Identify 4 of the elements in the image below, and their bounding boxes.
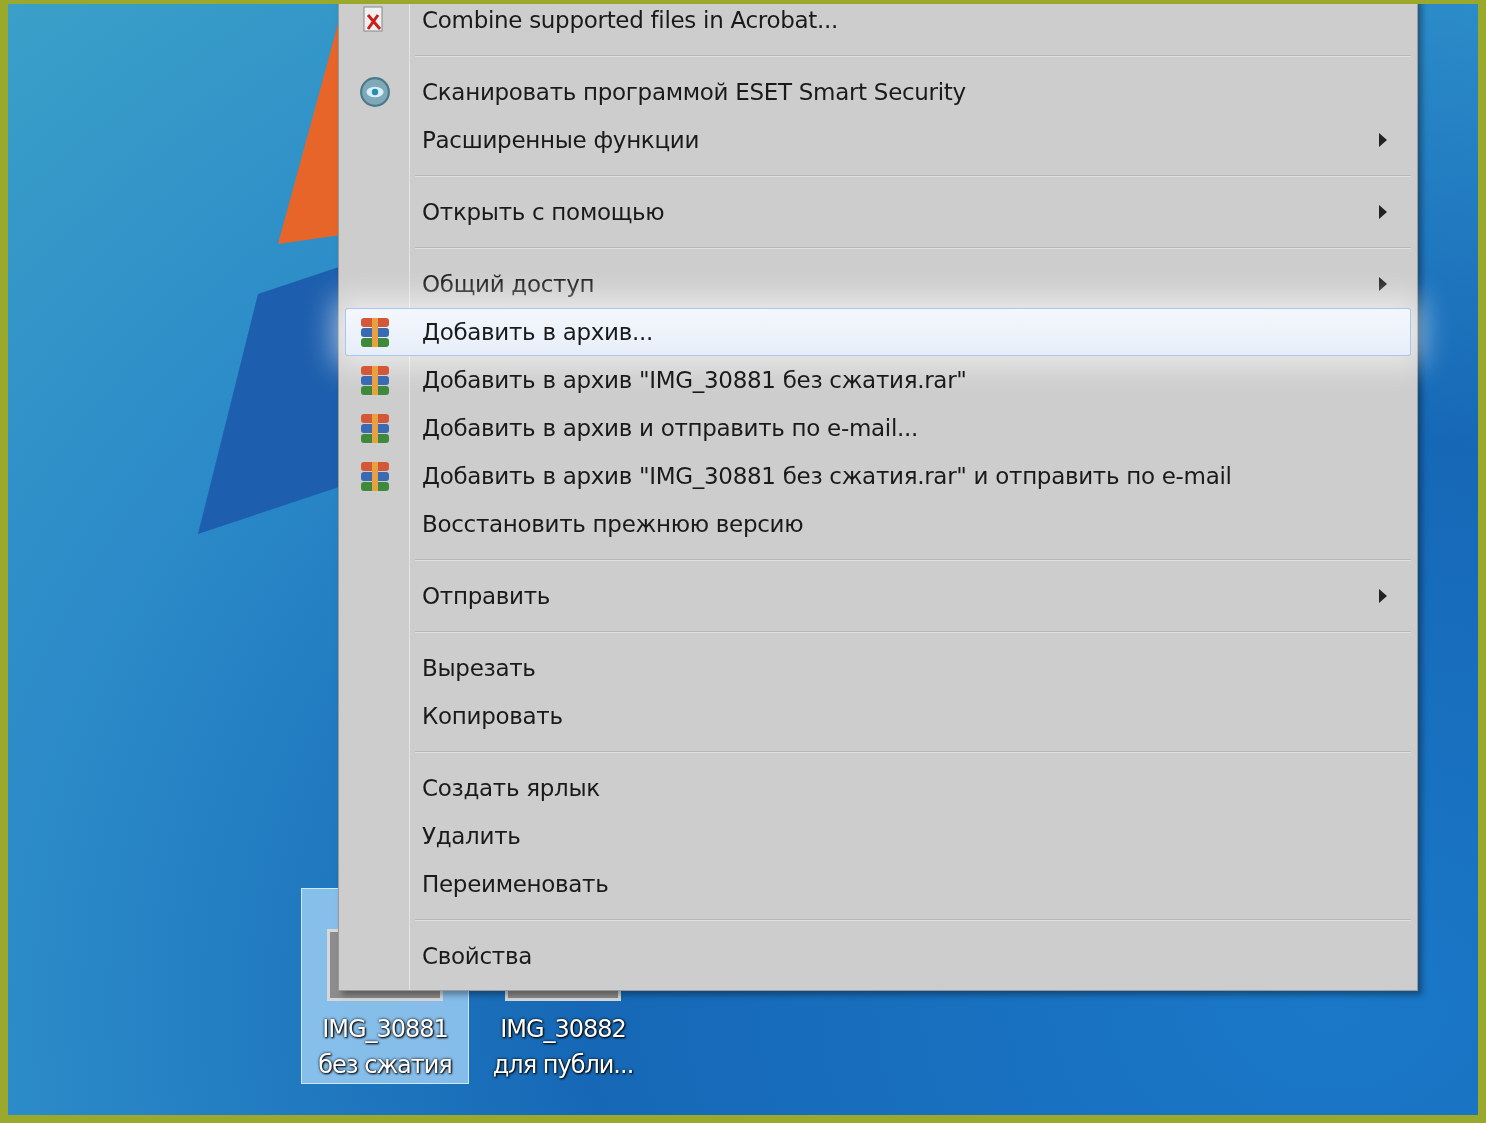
file-name-label: IMG_30882 <box>500 1014 626 1045</box>
file-name-label: для публи... <box>492 1050 634 1081</box>
file-name-label: без сжатия <box>318 1050 452 1081</box>
file-name-label: IMG_30881 <box>322 1014 448 1045</box>
